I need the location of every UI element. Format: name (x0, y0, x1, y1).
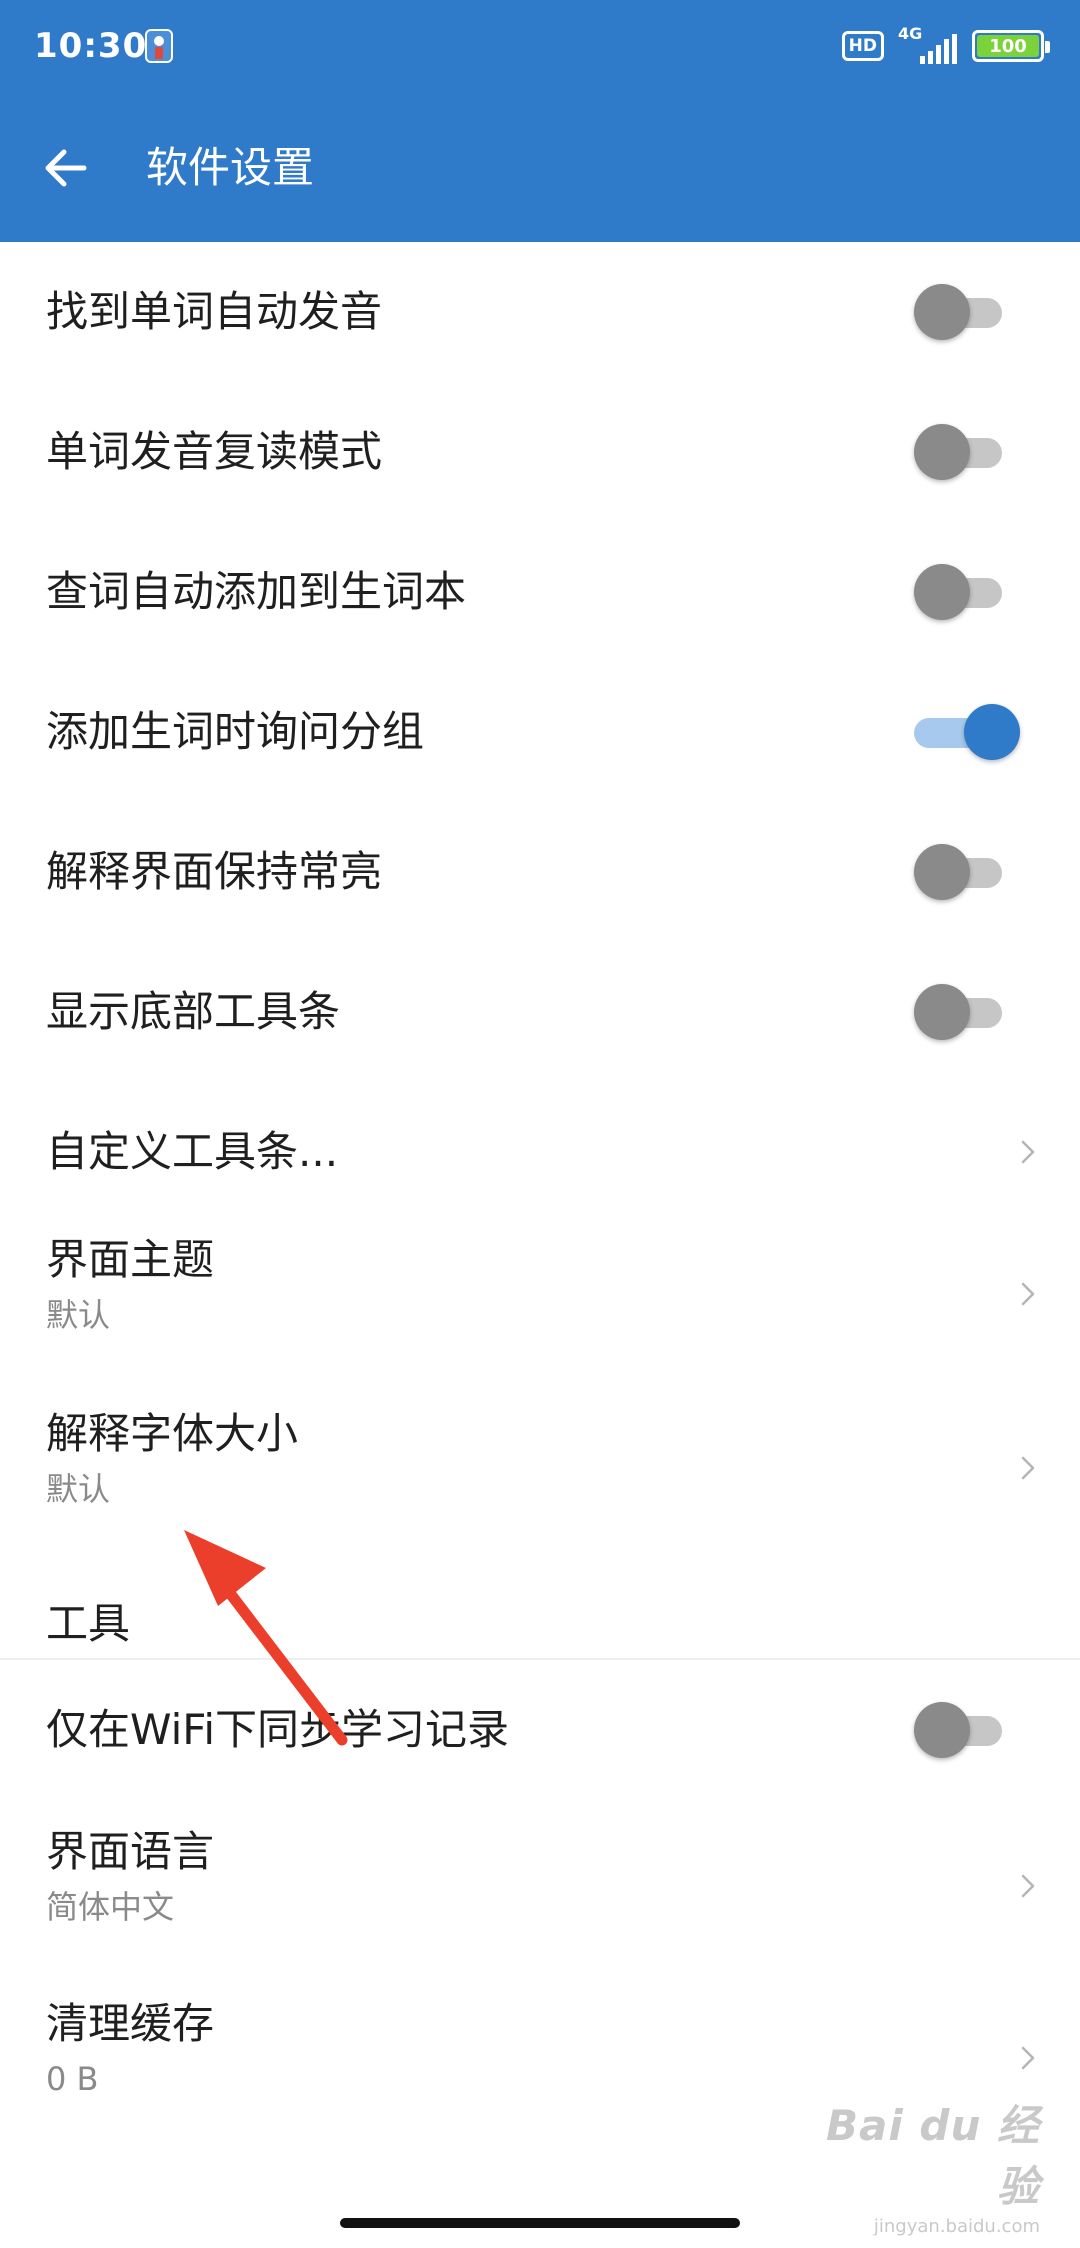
settings-list: 找到单词自动发音 单词发音复读模式 查词自动添加到生词本 添加生词时询问分组 解… (0, 242, 1080, 2144)
setting-keep-screen-on[interactable]: 解释界面保持常亮 (0, 802, 1080, 942)
notification-icon (145, 29, 173, 63)
signal-icon: 4G (898, 24, 958, 64)
status-time: 10:30 (34, 26, 148, 66)
setting-label: 查词自动添加到生词本 (46, 567, 467, 616)
watermark-url: jingyan.baidu.com (873, 2216, 1040, 2237)
keep-screen-on-toggle[interactable] (914, 844, 1004, 900)
setting-value: 简体中文 (46, 1888, 175, 1926)
setting-label: 显示底部工具条 (46, 987, 341, 1036)
back-button[interactable] (32, 134, 100, 202)
setting-label: 解释字体大小 (46, 1409, 299, 1458)
setting-auto-add-wordbook[interactable]: 查词自动添加到生词本 (0, 522, 1080, 662)
status-icons: HD 4G 100 (841, 24, 1050, 64)
setting-label: 单词发音复读模式 (46, 427, 383, 476)
home-indicator[interactable] (340, 2218, 740, 2228)
setting-repeat-mode[interactable]: 单词发音复读模式 (0, 382, 1080, 522)
setting-theme[interactable]: 界面主题 默认 (0, 1208, 1080, 1382)
battery-icon: 100 (972, 30, 1050, 62)
setting-label: 找到单词自动发音 (46, 287, 383, 336)
setting-language[interactable]: 界面语言 简体中文 (0, 1800, 1080, 1972)
wifi-sync-toggle[interactable] (914, 1702, 1004, 1758)
setting-value: 0 B (46, 2060, 99, 2098)
setting-label: 清理缓存 (46, 1999, 215, 2048)
watermark-logo: Bai du 经验 jingyan.baidu.com (800, 2092, 1040, 2237)
header: 10:30 HD 4G 100 软件设置 (0, 0, 1080, 242)
section-header-tools: 工具 (0, 1556, 1080, 1660)
chevron-right-icon (1021, 1282, 1035, 1306)
battery-level: 100 (977, 35, 1039, 57)
setting-label: 仅在WiFi下同步学习记录 (46, 1705, 510, 1754)
hd-icon: HD (841, 31, 884, 61)
arrow-back-icon (45, 149, 87, 187)
auto-add-wordbook-toggle[interactable] (914, 564, 1004, 620)
chevron-right-icon (1021, 2046, 1035, 2070)
setting-label: 解释界面保持常亮 (46, 847, 383, 896)
setting-value: 默认 (46, 1470, 111, 1508)
chevron-right-icon (1021, 1140, 1035, 1164)
section-title: 工具 (46, 1599, 131, 1648)
app-bar: 软件设置 (0, 94, 1080, 242)
page-title: 软件设置 (146, 143, 315, 192)
ask-group-toggle[interactable] (914, 704, 1020, 760)
setting-auto-pronounce[interactable]: 找到单词自动发音 (0, 242, 1080, 382)
setting-custom-toolbar[interactable]: 自定义工具条... (0, 1082, 1080, 1208)
chevron-right-icon (1021, 1874, 1035, 1898)
setting-label: 添加生词时询问分组 (46, 707, 425, 756)
signal-bars-icon (920, 34, 957, 64)
repeat-mode-toggle[interactable] (914, 424, 1004, 480)
setting-wifi-sync[interactable]: 仅在WiFi下同步学习记录 (0, 1660, 1080, 1800)
setting-value: 默认 (46, 1296, 111, 1334)
setting-bottom-toolbar[interactable]: 显示底部工具条 (0, 942, 1080, 1082)
setting-font-size[interactable]: 解释字体大小 默认 (0, 1382, 1080, 1556)
status-bar: 10:30 HD 4G 100 (0, 0, 1080, 94)
watermark-text: Bai du 经验 (826, 2101, 1040, 2211)
chevron-right-icon (1021, 1456, 1035, 1480)
setting-label: 界面语言 (46, 1827, 215, 1876)
setting-ask-group[interactable]: 添加生词时询问分组 (0, 662, 1080, 802)
setting-label: 自定义工具条... (46, 1127, 339, 1176)
bottom-toolbar-toggle[interactable] (914, 984, 1004, 1040)
setting-label: 界面主题 (46, 1235, 215, 1284)
auto-pronounce-toggle[interactable] (914, 284, 1004, 340)
